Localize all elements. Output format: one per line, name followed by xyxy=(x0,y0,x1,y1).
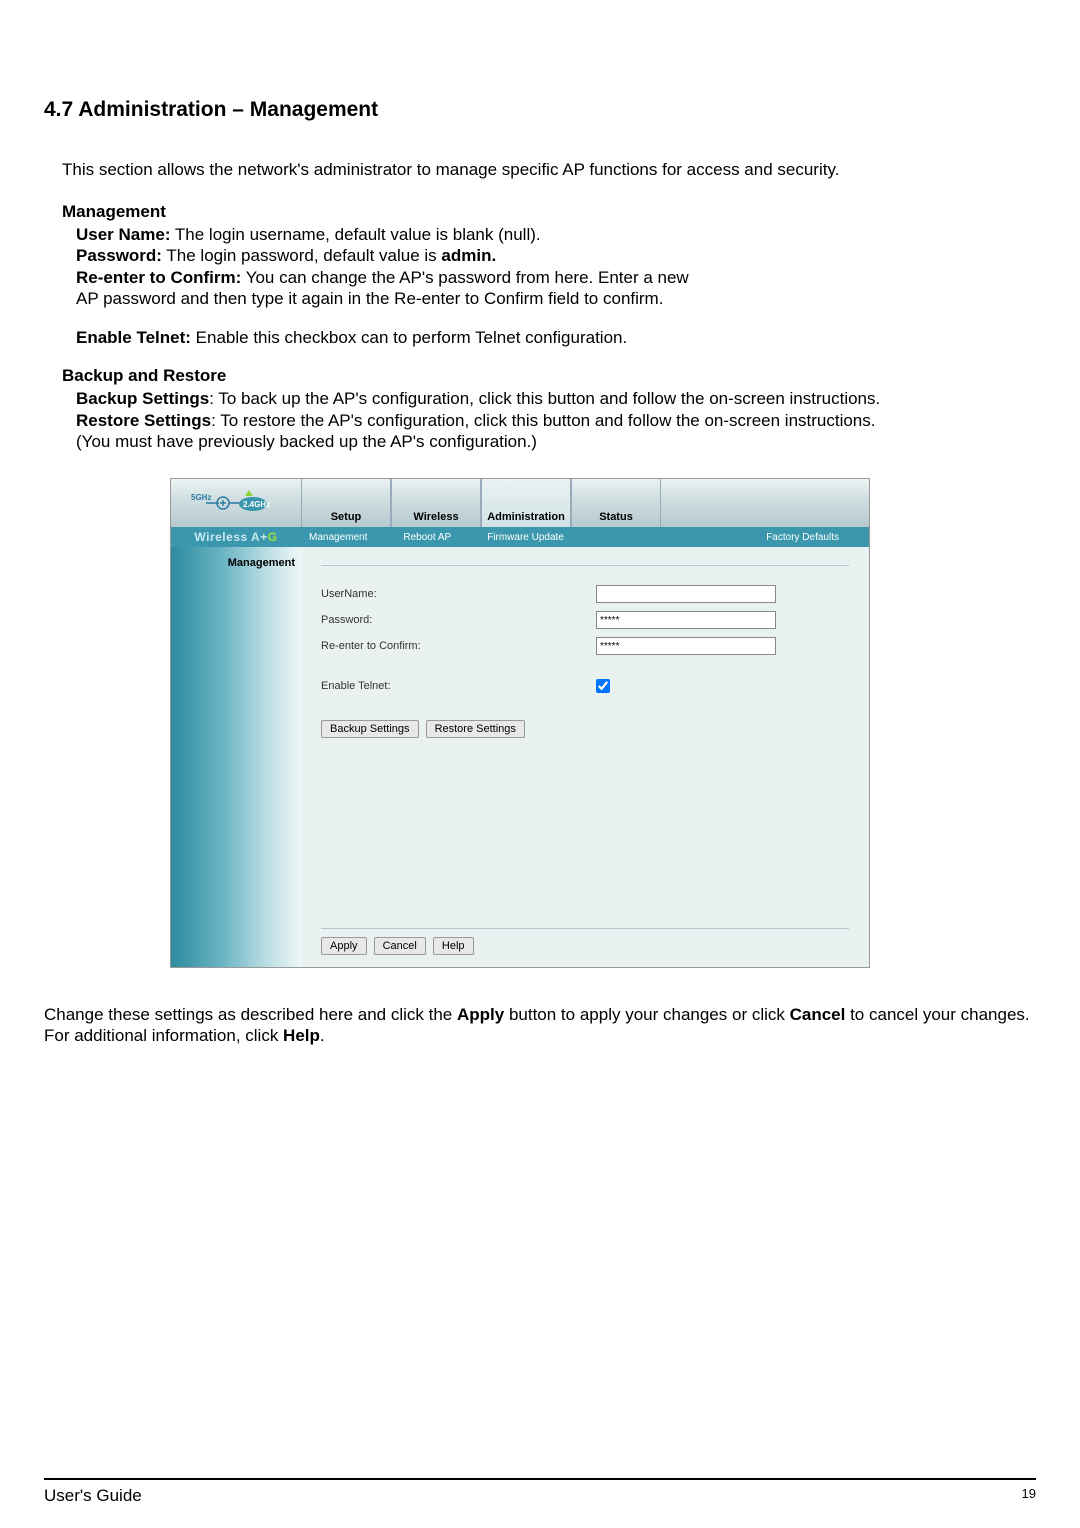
checkbox-enable-telnet[interactable] xyxy=(596,679,610,693)
screenshot-subheader: Wireless A+G Management Reboot AP Firmwa… xyxy=(171,527,869,547)
subtab-firmware[interactable]: Firmware Update xyxy=(469,532,582,543)
row-telnet: Enable Telnet: xyxy=(321,676,849,696)
row-username: UserName: xyxy=(321,584,849,604)
admin-screenshot: 5GHz 2.4GHz Setup Wireless Administratio… xyxy=(170,478,870,968)
screenshot-header: 5GHz 2.4GHz Setup Wireless Administratio… xyxy=(171,479,869,527)
management-description: User Name: The login username, default v… xyxy=(44,224,1036,348)
backup-description: Backup Settings: To back up the AP's con… xyxy=(44,388,1036,452)
dualband-logo-icon: 5GHz 2.4GHz xyxy=(191,488,281,518)
section-heading: 4.7 Administration – Management xyxy=(44,98,1036,122)
footer-title: User's Guide xyxy=(44,1486,142,1506)
management-title: Management xyxy=(44,202,1036,222)
screenshot-content: UserName: Password: Re-enter to Confirm:… xyxy=(301,547,869,967)
label-username: UserName: xyxy=(321,588,596,600)
input-username[interactable] xyxy=(596,585,776,603)
help-button[interactable]: Help xyxy=(433,937,474,955)
backup-restore-buttons: Backup Settings Restore Settings xyxy=(321,720,849,738)
tab-administration[interactable]: Administration xyxy=(481,479,571,527)
tab-wireless[interactable]: Wireless xyxy=(391,479,481,527)
main-tabs: Setup Wireless Administration Status xyxy=(301,479,869,527)
tab-setup[interactable]: Setup xyxy=(301,479,391,527)
screenshot-footer-buttons: Apply Cancel Help xyxy=(321,818,849,955)
backup-settings-button[interactable]: Backup Settings xyxy=(321,720,419,738)
label-password: Password: xyxy=(321,614,596,626)
row-password: Password: xyxy=(321,610,849,630)
svg-text:2.4GHz: 2.4GHz xyxy=(243,500,270,509)
apply-button[interactable]: Apply xyxy=(321,937,367,955)
tab-spacer xyxy=(661,479,869,527)
subtab-reboot[interactable]: Reboot AP xyxy=(385,532,469,543)
backup-title: Backup and Restore xyxy=(44,366,1036,386)
subtab-factory-defaults[interactable]: Factory Defaults xyxy=(748,532,869,543)
outro-paragraph: Change these settings as described here … xyxy=(44,1004,1036,1047)
subtab-management[interactable]: Management xyxy=(301,532,385,543)
svg-text:5GHz: 5GHz xyxy=(191,493,211,502)
label-telnet: Enable Telnet: xyxy=(321,680,596,692)
page-footer: User's Guide 19 xyxy=(44,1478,1036,1506)
row-reenter: Re-enter to Confirm: xyxy=(321,636,849,656)
page-number: 19 xyxy=(1022,1486,1036,1506)
logo: 5GHz 2.4GHz xyxy=(171,479,301,527)
brand-label: Wireless A+G xyxy=(171,530,301,544)
input-reenter[interactable] xyxy=(596,637,776,655)
label-reenter: Re-enter to Confirm: xyxy=(321,640,596,652)
restore-settings-button[interactable]: Restore Settings xyxy=(426,720,525,738)
screenshot-sidebar: Management xyxy=(171,547,301,967)
intro-paragraph: This section allows the network's admini… xyxy=(44,160,1036,180)
screenshot-body: Management UserName: Password: Re-enter … xyxy=(171,547,869,967)
input-password[interactable] xyxy=(596,611,776,629)
cancel-button[interactable]: Cancel xyxy=(374,937,426,955)
divider xyxy=(321,565,849,566)
tab-status[interactable]: Status xyxy=(571,479,661,527)
sidebar-section-label: Management xyxy=(171,557,295,569)
